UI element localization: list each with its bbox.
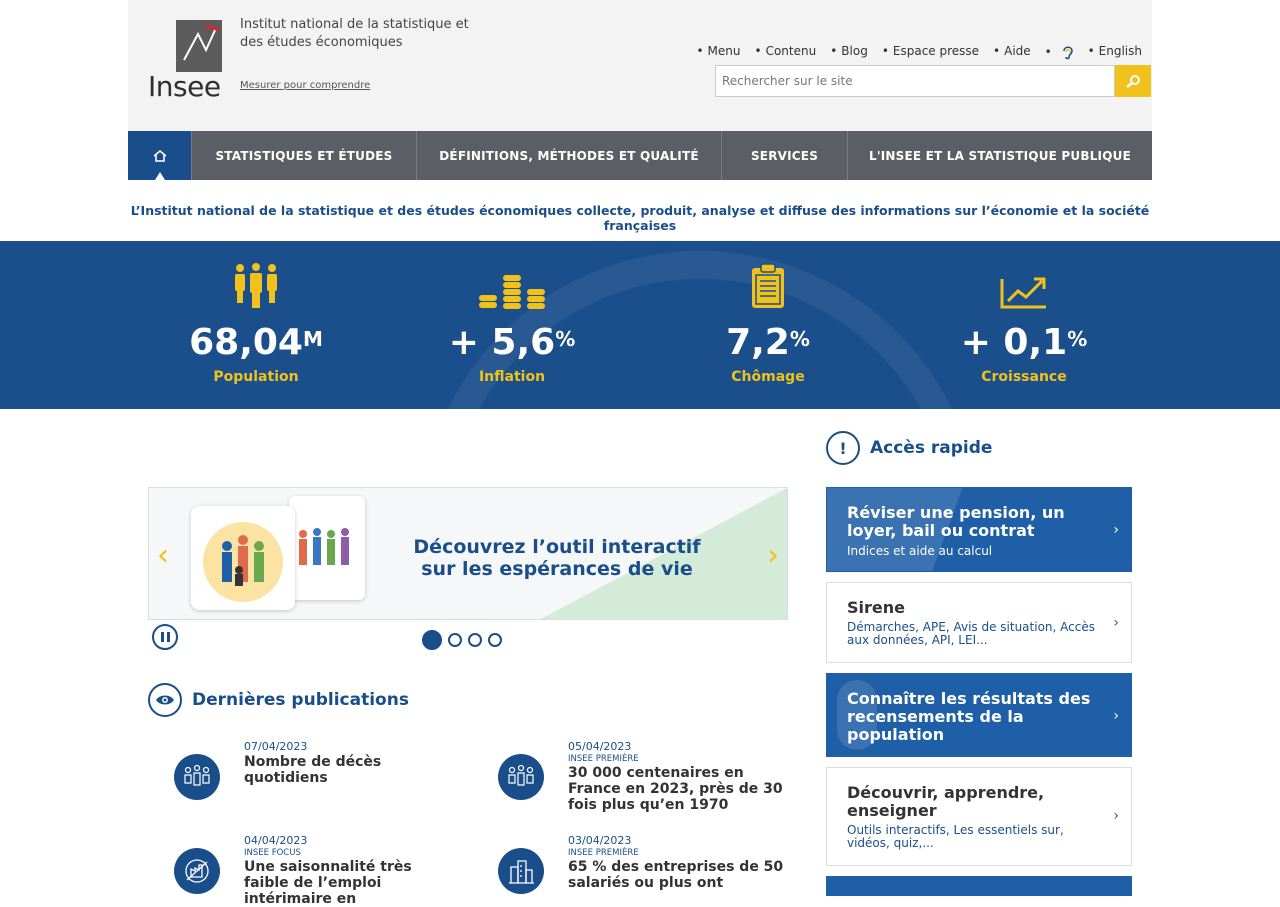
nav-services[interactable]: SERVICES	[722, 131, 848, 180]
population-icon	[174, 754, 220, 800]
quick-access-next[interactable]	[826, 876, 1132, 896]
quick-access-recensements[interactable]: Connaître les résultats des recensements…	[826, 673, 1132, 757]
search-input[interactable]: Rechercher sur le site	[715, 65, 1115, 97]
tagline: Mesurer pour comprendre	[240, 80, 371, 91]
nav-definitions-methodes[interactable]: DÉFINITIONS, MÉTHODES ET QUALITÉ	[417, 131, 722, 180]
publications-header: Dernières publications	[148, 683, 409, 717]
carousel-pause-button[interactable]	[152, 624, 178, 650]
nav-home[interactable]	[128, 131, 192, 180]
search-button[interactable]	[1115, 65, 1151, 97]
eye-icon	[148, 683, 182, 717]
nav-insee-statistique-publique[interactable]: L'INSEE ET LA STATISTIQUE PUBLIQUE	[848, 131, 1152, 180]
kpi-label: Croissance	[981, 369, 1067, 385]
quick-access-title: Accès rapide	[870, 438, 993, 458]
kpi-croissance[interactable]: + 0,1% Croissance	[896, 259, 1152, 385]
coins-icon	[384, 259, 640, 309]
chevron-right-icon: ›	[1113, 615, 1119, 631]
exclamation-icon: !	[826, 431, 860, 465]
kpi-value: + 5,6%	[448, 322, 576, 363]
home-icon	[152, 149, 167, 162]
publication-collection: INSEE PREMIÈRE	[568, 848, 639, 858]
kpi-chomage[interactable]: 7,2% Chômage	[640, 259, 896, 385]
publication-title[interactable]: Une saisonnalité très faible de l’emploi…	[244, 859, 460, 907]
growth-chart-icon	[896, 259, 1152, 309]
carousel-dot-4[interactable]	[488, 633, 502, 647]
top-link-menu[interactable]: • Menu	[696, 44, 740, 60]
publication-body: 07/04/2023 Nombre de décès quotidiens	[244, 740, 460, 786]
publication-collection: INSEE PREMIÈRE	[568, 754, 639, 764]
carousel-dot-2[interactable]	[448, 633, 462, 647]
chevron-right-icon: ›	[1113, 808, 1119, 824]
publication-collection: INSEE FOCUS	[244, 848, 301, 858]
publication-body: 05/04/2023 INSEE PREMIÈRE 30 000 centena…	[568, 740, 784, 813]
publication-item[interactable]: 07/04/2023 Nombre de décès quotidiens	[174, 740, 454, 820]
active-caret	[155, 172, 165, 180]
search-icon	[1126, 75, 1140, 88]
publication-body: 04/04/2023 INSEE FOCUS Une saisonnalité …	[244, 834, 460, 907]
accessibility-link[interactable]: •	[1045, 44, 1074, 60]
publications-title: Dernières publications	[192, 690, 409, 710]
logo-word: Insee	[148, 70, 221, 103]
carousel-dots	[422, 630, 502, 650]
kpi-label: Population	[213, 369, 299, 385]
kpi-value: 68,04M	[189, 322, 323, 363]
key-figures-band: 68,04M Population + 5,6% Inflation 7,2% …	[0, 241, 1280, 409]
kpi-inflation[interactable]: + 5,6% Inflation	[384, 259, 640, 385]
carousel-banner[interactable]: Découvrez l’outil interactif sur les esp…	[148, 487, 788, 620]
population-icon	[498, 754, 544, 800]
industry-chart-icon	[174, 848, 220, 894]
banner-text: Découvrez l’outil interactif sur les esp…	[413, 536, 701, 580]
top-links: • Menu • Contenu • Blog • Espace presse • Aid…	[696, 44, 1142, 60]
top-link-contenu[interactable]: • Contenu	[755, 44, 817, 60]
top-link-espace-presse[interactable]: • Espace presse	[882, 44, 979, 60]
language-link-english[interactable]: • English	[1088, 44, 1142, 60]
kpi-population[interactable]: 68,04M Population	[128, 259, 384, 385]
institute-name: Institut national de la statistique et d…	[240, 17, 469, 50]
main-nav: STATISTIQUES ET ÉTUDES DÉFINITIONS, MÉTH…	[128, 131, 1152, 180]
ear-icon	[1062, 46, 1073, 60]
publication-item[interactable]: 03/04/2023 INSEE PREMIÈRE 65 % des entre…	[498, 834, 783, 894]
banner-illustration-people-icon	[289, 496, 365, 600]
kpi-value: 7,2%	[726, 322, 810, 363]
chevron-right-icon: ›	[1113, 708, 1119, 724]
insee-logo[interactable]: Insee	[148, 20, 223, 103]
quick-access-header: ! Accès rapide	[826, 431, 992, 465]
intro-text: L’Institut national de la statistique et…	[130, 203, 1150, 233]
people-icon	[128, 259, 384, 309]
quick-access-pension[interactable]: Réviser une pension, un loyer, bail ou c…	[826, 487, 1132, 572]
publication-title[interactable]: Nombre de décès quotidiens	[244, 754, 460, 786]
nav-statistiques-etudes[interactable]: STATISTIQUES ET ÉTUDES	[192, 131, 417, 180]
kpi-label: Inflation	[478, 369, 546, 385]
publication-item[interactable]: 05/04/2023 INSEE PREMIÈRE 30 000 centena…	[498, 740, 783, 820]
clipboard-icon	[640, 259, 896, 309]
top-link-blog[interactable]: • Blog	[830, 44, 868, 60]
chevron-right-icon: ›	[1113, 522, 1119, 538]
buildings-icon	[498, 848, 544, 894]
carousel-prev-button[interactable]: ‹	[157, 538, 169, 573]
publication-item[interactable]: 04/04/2023 INSEE FOCUS Une saisonnalité …	[174, 834, 454, 907]
publication-body: 03/04/2023 INSEE PREMIÈRE 65 % des entre…	[568, 834, 784, 891]
quick-access-decouvrir[interactable]: Découvrir, apprendre, enseigner Outils i…	[826, 767, 1132, 866]
quick-access-sirene[interactable]: Sirene Démarches, APE, Avis de situation…	[826, 582, 1132, 663]
carousel-next-button[interactable]: ›	[767, 538, 779, 573]
site-header: Insee Institut national de la statistiqu…	[128, 0, 1152, 131]
logo-square-icon	[176, 20, 222, 72]
kpi-label: Chômage	[731, 369, 805, 385]
kpi-value: + 0,1%	[960, 322, 1088, 363]
top-link-aide[interactable]: • Aide	[993, 44, 1031, 60]
carousel-dot-1[interactable]	[422, 630, 442, 650]
publication-title[interactable]: 65 % des entreprises de 50 salariés ou p…	[568, 859, 784, 891]
banner-illustration-family-icon	[191, 506, 295, 610]
publication-title[interactable]: 30 000 centenaires en France en 2023, pr…	[568, 765, 784, 813]
carousel-dot-3[interactable]	[468, 633, 482, 647]
